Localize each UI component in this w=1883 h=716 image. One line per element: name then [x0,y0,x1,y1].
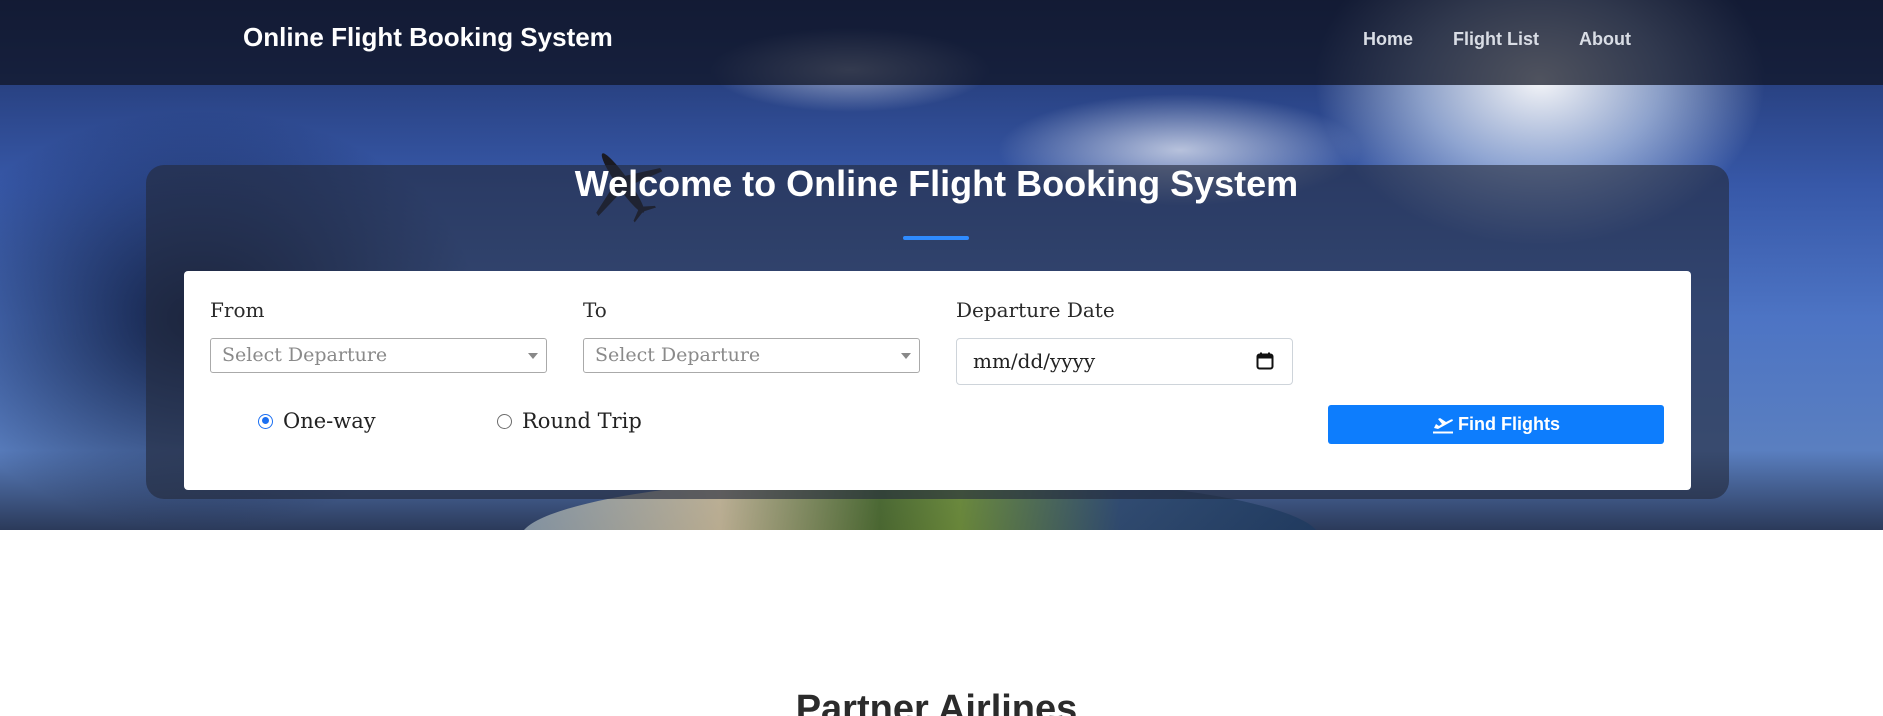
to-select[interactable]: Select Departure [583,338,920,373]
top-navbar: Online Flight Booking System Home Flight… [0,0,1883,85]
radio-button-unchecked[interactable] [497,413,512,429]
to-label: To [583,298,607,322]
radio-round-trip-label: Round Trip [522,409,642,433]
radio-one-way-label: One-way [283,409,376,433]
radio-button-checked[interactable] [258,413,273,429]
find-flights-label: Find Flights [1458,414,1560,434]
nav-link-about[interactable]: About [1579,29,1631,50]
find-flights-button[interactable]: Find Flights [1328,405,1664,444]
departure-date-input[interactable]: mm/dd/yyyy [956,338,1293,385]
flight-search-form: From Select Departure To Select Departur… [184,271,1691,490]
nav-links: Home Flight List About [1363,29,1631,50]
nav-link-home[interactable]: Home [1363,29,1413,50]
from-select-placeholder: Select Departure [222,344,388,366]
chevron-down-icon [528,353,538,359]
from-label: From [210,298,265,322]
hero-title: Welcome to Online Flight Booking System [574,163,1299,204]
radio-one-way[interactable]: One-way [258,409,376,433]
nav-link-flight-list[interactable]: Flight List [1453,29,1539,50]
radio-round-trip[interactable]: Round Trip [497,409,642,433]
departure-date-label: Departure Date [956,298,1115,322]
brand-logo-text[interactable]: Online Flight Booking System [243,22,613,53]
date-placeholder: mm/dd/yyyy [973,349,1096,373]
partner-airlines-heading: Partner Airlines [795,688,1078,716]
from-select[interactable]: Select Departure [210,338,547,373]
calendar-icon[interactable] [1256,352,1274,370]
plane-departure-icon [1433,417,1453,433]
to-select-placeholder: Select Departure [595,344,761,366]
chevron-down-icon [901,353,911,359]
title-underline [903,236,969,240]
